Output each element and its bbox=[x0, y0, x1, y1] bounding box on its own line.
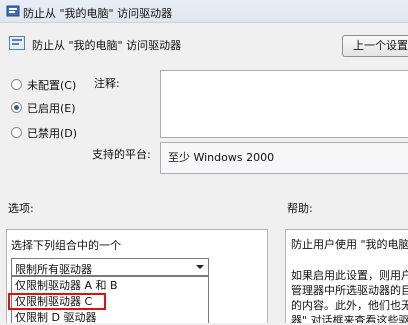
radio-enabled-label: 已启用(E) bbox=[27, 102, 76, 115]
dropdown-selected-value: 限制所有驱动器 bbox=[15, 263, 92, 276]
comment-textarea[interactable] bbox=[160, 70, 408, 138]
help-text-line: 的内容。此外，他们也无 bbox=[291, 299, 408, 312]
help-text-line: 管理器中所选驱动器的目 bbox=[291, 284, 408, 297]
help-text-line: 器" 对话框来查看这些驱 bbox=[291, 314, 408, 323]
radio-enabled[interactable] bbox=[11, 102, 22, 113]
radio-disabled-label: 已禁用(D) bbox=[27, 127, 78, 140]
settings-icon bbox=[9, 36, 25, 50]
previous-setting-button[interactable]: 上一个设置 bbox=[342, 35, 408, 57]
supported-platform-value: 至少 Windows 2000 bbox=[160, 142, 408, 174]
help-panel: 防止用户使用 "我的电脑 如果启用此设置，则用户 管理器中所选驱动器的目 的内容… bbox=[285, 229, 408, 323]
policy-settings-icon bbox=[6, 4, 20, 18]
supported-platform-label: 支持的平台: bbox=[92, 148, 151, 161]
chevron-down-icon[interactable] bbox=[196, 265, 204, 269]
options-section-label: 选项: bbox=[8, 202, 34, 215]
options-prompt: 选择下列组合中的一个 bbox=[11, 239, 121, 252]
help-text-line: 防止用户使用 "我的电脑 bbox=[291, 238, 408, 251]
help-text-line: 如果启用此设置，则用户 bbox=[291, 269, 408, 282]
drive-restriction-dropdown[interactable]: 限制所有驱动器 bbox=[11, 258, 209, 276]
annotation-highlight-box bbox=[8, 293, 106, 310]
radio-disabled[interactable] bbox=[11, 127, 22, 138]
radio-not-configured[interactable] bbox=[11, 79, 22, 90]
comment-label: 注释: bbox=[94, 77, 120, 90]
radio-not-configured-label: 未配置(C) bbox=[27, 79, 77, 92]
setting-title: 防止从 "我的电脑" 访问驱动器 bbox=[32, 39, 182, 52]
dropdown-option-a-b[interactable]: 仅限制驱动器 A 和 B bbox=[12, 278, 208, 293]
help-section-label: 帮助: bbox=[287, 202, 313, 215]
window-title: 防止从 "我的电脑" 访问驱动器 bbox=[23, 7, 173, 20]
